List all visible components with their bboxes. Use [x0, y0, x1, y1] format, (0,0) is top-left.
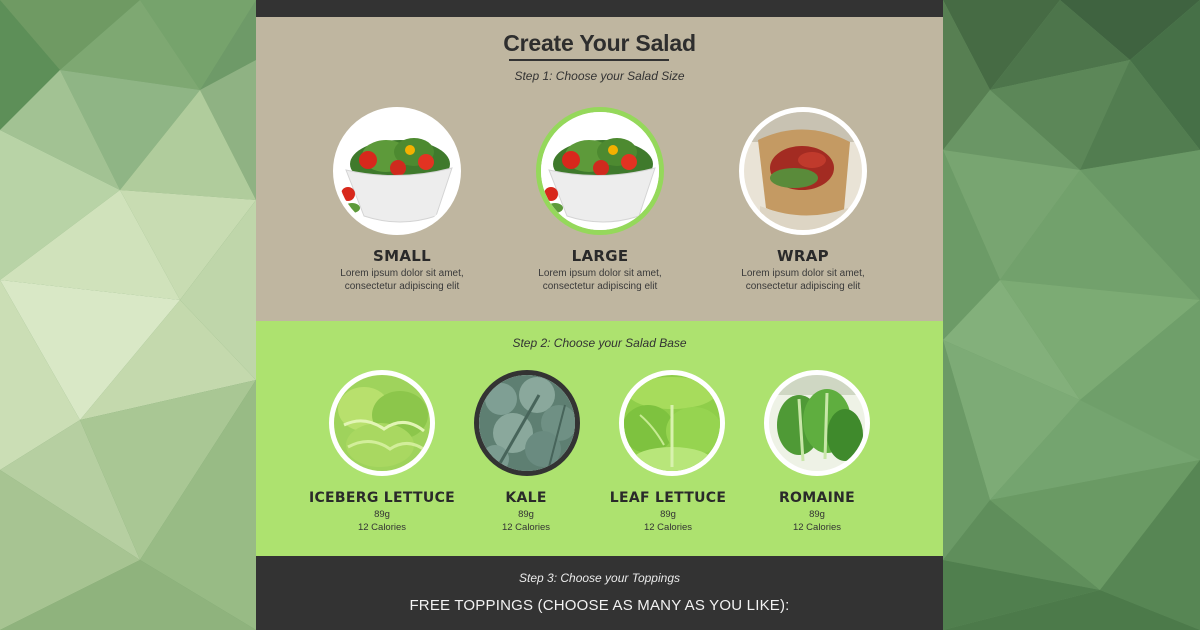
base-option-leaf-lettuce-calories: 12 Calories	[643, 522, 693, 533]
title-underline	[509, 59, 669, 61]
leaf-lettuce-image	[624, 375, 720, 471]
base-option-iceberg-lettuce[interactable]	[329, 370, 435, 476]
size-option-small-desc-line2: consectetur adipiscing elit	[344, 281, 460, 292]
step3-section: Step 3: Choose your Toppings FREE TOPPIN…	[256, 556, 943, 630]
base-option-leaf-lettuce[interactable]	[619, 370, 725, 476]
salad-bowl-image	[338, 112, 456, 230]
size-option-small-desc-line1: Lorem ipsum dolor sit amet,	[340, 268, 464, 279]
base-option-kale-name: KALE	[505, 490, 547, 506]
size-option-large-desc-line1: Lorem ipsum dolor sit amet,	[538, 268, 662, 279]
step3-label: Step 3: Choose your Toppings	[519, 571, 680, 585]
size-option-large-desc: Lorem ipsum dolor sit amet, consectetur …	[500, 267, 700, 293]
base-option-leaf-lettuce-weight: 89g	[660, 509, 676, 520]
page-title: Create Your Salad	[503, 30, 696, 56]
base-option-romaine[interactable]	[764, 370, 870, 476]
step1-label: Step 1: Choose your Salad Size	[514, 69, 685, 83]
base-option-kale[interactable]	[474, 370, 580, 476]
base-option-iceberg-lettuce-name: ICEBERG LETTUCE	[308, 490, 456, 506]
wrap-image	[744, 112, 862, 230]
salad-bowl-image	[541, 112, 659, 230]
step2-section: Step 2: Choose your Salad Base ICEBERG L…	[256, 321, 943, 556]
iceberg-lettuce-image	[334, 375, 430, 471]
top-bar	[256, 0, 943, 17]
base-option-romaine-weight: 89g	[809, 509, 825, 520]
step2-label: Step 2: Choose your Salad Base	[512, 336, 687, 350]
size-option-wrap-desc-line2: consectetur adipiscing elit	[745, 281, 861, 292]
step1-section: Create Your Salad Step 1: Choose your Sa…	[256, 17, 943, 321]
salad-builder-page: Create Your Salad Step 1: Choose your Sa…	[256, 0, 943, 630]
base-option-kale-weight: 89g	[518, 509, 534, 520]
base-option-kale-calories: 12 Calories	[501, 522, 551, 533]
size-option-wrap-desc-line1: Lorem ipsum dolor sit amet,	[741, 268, 865, 279]
base-option-romaine-name: ROMAINE	[778, 490, 856, 506]
base-option-romaine-calories: 12 Calories	[792, 522, 842, 533]
kale-image	[479, 375, 575, 471]
romaine-image	[769, 375, 865, 471]
size-option-small-name: SMALL	[373, 247, 431, 265]
free-toppings-heading: FREE TOPPINGS (CHOOSE AS MANY AS YOU LIK…	[409, 597, 790, 614]
size-option-large[interactable]	[536, 107, 664, 235]
size-option-wrap-name: WRAP	[777, 247, 829, 265]
size-option-large-desc-line2: consectetur adipiscing elit	[542, 281, 658, 292]
base-option-iceberg-lettuce-calories: 12 Calories	[357, 522, 407, 533]
size-option-small-desc: Lorem ipsum dolor sit amet, consectetur …	[302, 267, 502, 293]
size-option-small[interactable]	[333, 107, 461, 235]
size-option-large-name: LARGE	[571, 247, 629, 265]
size-option-wrap-desc: Lorem ipsum dolor sit amet, consectetur …	[703, 267, 903, 293]
base-option-iceberg-lettuce-weight: 89g	[374, 509, 390, 520]
base-option-leaf-lettuce-name: LEAF LETTUCE	[609, 490, 727, 506]
size-option-wrap[interactable]	[739, 107, 867, 235]
